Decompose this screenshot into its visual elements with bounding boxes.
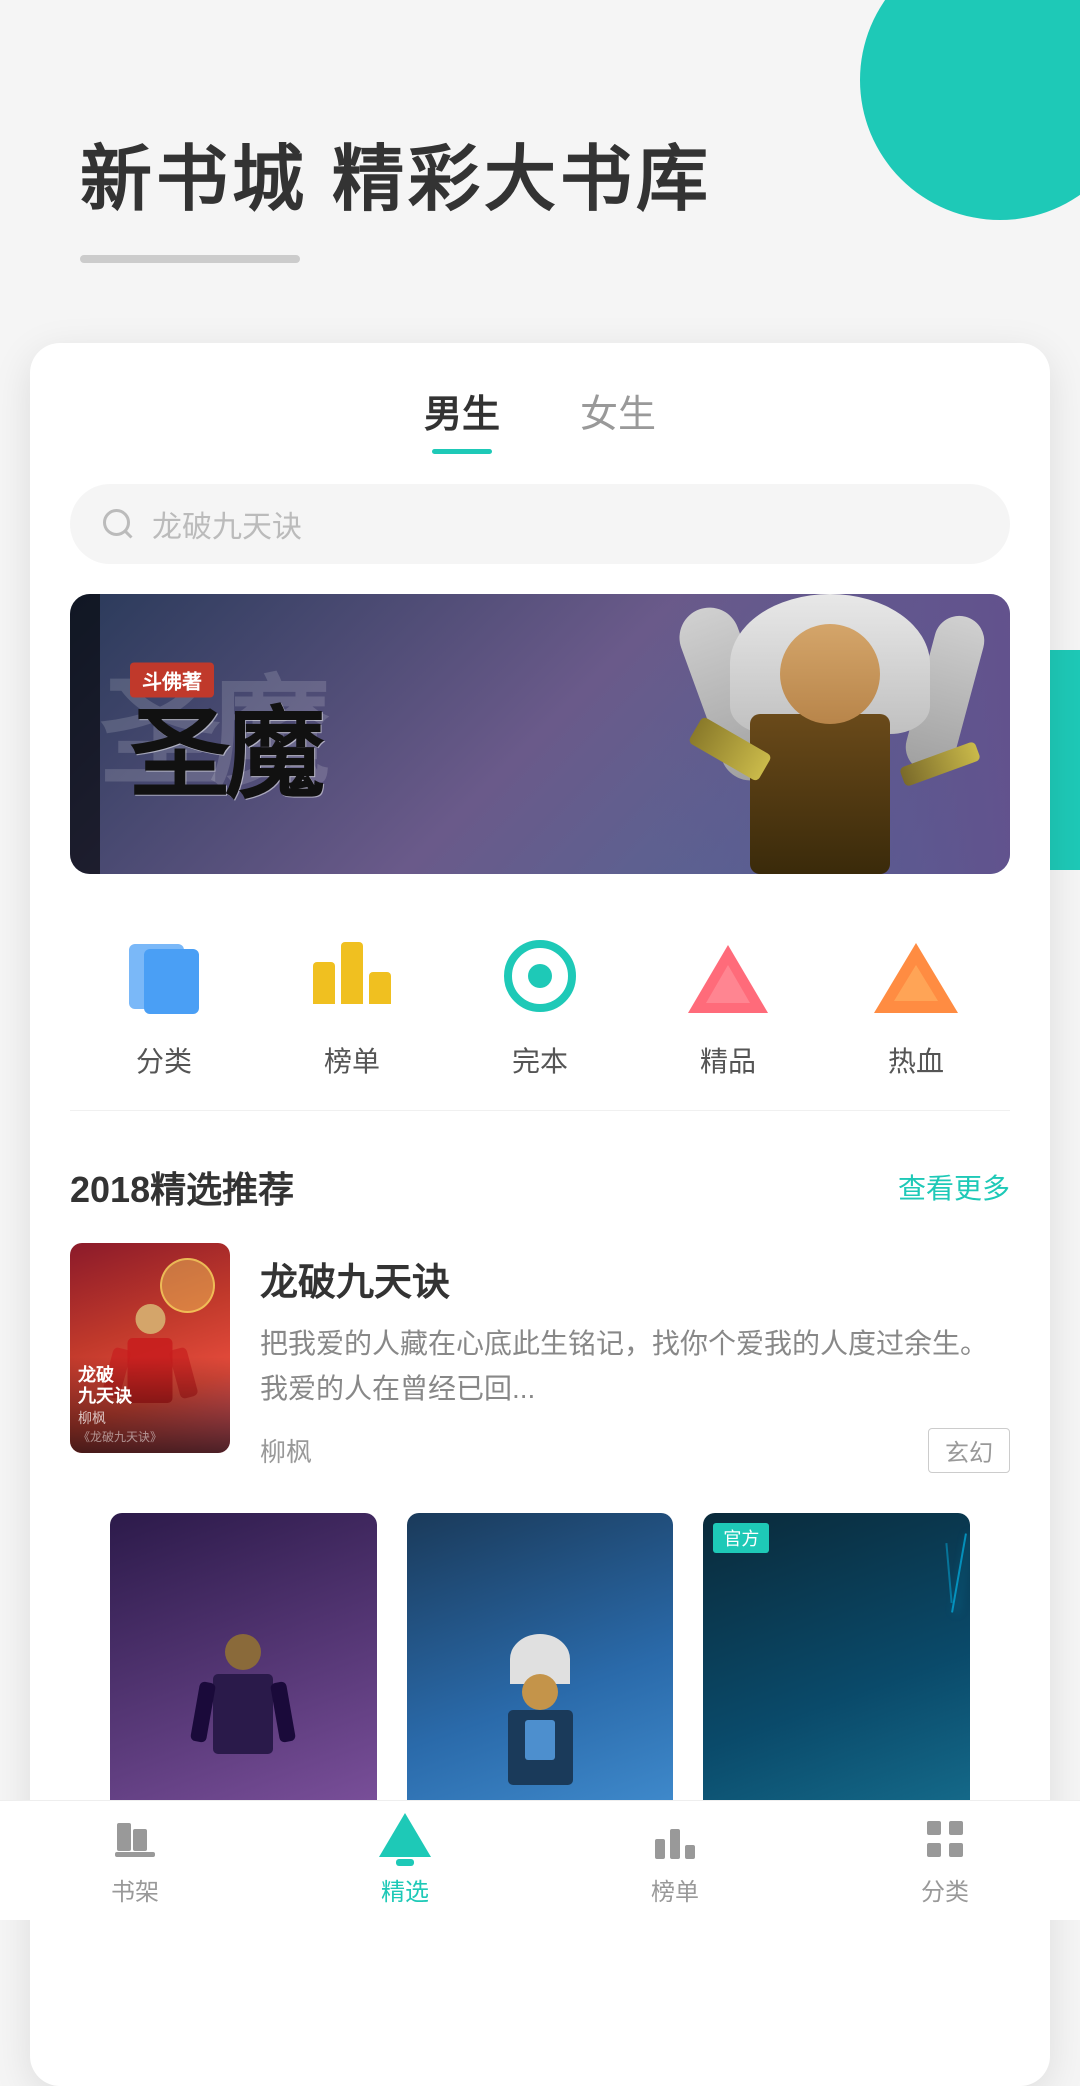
tab-male[interactable]: 男生 bbox=[424, 383, 500, 454]
classify-nav-icon bbox=[920, 1814, 970, 1864]
cover-overlay: 龙破九天诀 柳枫 《龙破九天诀》 bbox=[70, 1357, 230, 1453]
quality-icon bbox=[678, 924, 778, 1024]
category-quality-label: 精品 bbox=[700, 1040, 756, 1080]
book-meta-1: 柳枫 玄幻 bbox=[260, 1428, 1010, 1473]
nav-label-featured: 精选 bbox=[381, 1872, 429, 1907]
rank-icon bbox=[302, 924, 402, 1024]
category-hot-label: 热血 bbox=[888, 1040, 944, 1080]
header-area: 新书城 精彩大书库 bbox=[0, 0, 1080, 323]
header-underline bbox=[80, 255, 300, 263]
see-more-button[interactable]: 查看更多 bbox=[898, 1167, 1010, 1207]
rank-nav-icon bbox=[650, 1814, 700, 1864]
nav-item-bookshelf[interactable]: 书架 bbox=[0, 1814, 270, 1907]
bottom-nav: 书架 精选 榜单 bbox=[0, 1800, 1080, 1920]
hero-figure bbox=[670, 594, 990, 874]
category-classify[interactable]: 分类 bbox=[114, 924, 214, 1080]
bookshelf-icon bbox=[110, 1814, 160, 1864]
banner-hero bbox=[650, 594, 1010, 874]
hot-icon bbox=[866, 924, 966, 1024]
banner-badge: 斗佛著 bbox=[130, 663, 214, 698]
category-quality[interactable]: 精品 bbox=[678, 924, 778, 1080]
nav-item-rank[interactable]: 榜单 bbox=[540, 1814, 810, 1907]
category-complete-label: 完本 bbox=[512, 1040, 568, 1080]
book-cover-1: 龙破九天诀 柳枫 《龙破九天诀》 bbox=[70, 1243, 230, 1453]
section-title: 2018精选推荐 bbox=[70, 1161, 294, 1213]
classify-icon bbox=[114, 924, 214, 1024]
bottom-spacer bbox=[30, 1906, 1050, 2046]
section-header: 2018精选推荐 查看更多 bbox=[70, 1161, 1010, 1213]
category-complete[interactable]: 完本 bbox=[490, 924, 590, 1080]
recommended-section: 2018精选推荐 查看更多 龙破九天诀 柳枫 bbox=[30, 1121, 1050, 1906]
search-placeholder-text: 龙破九天诀 bbox=[152, 502, 302, 546]
category-hot[interactable]: 热血 bbox=[866, 924, 966, 1080]
categories-container: 分类 榜单 完本 bbox=[30, 874, 1050, 1100]
category-rank-label: 榜单 bbox=[324, 1040, 380, 1080]
banner[interactable]: 圣魔 斗佛著 圣魔 bbox=[70, 594, 1010, 874]
nav-item-classify[interactable]: 分类 bbox=[810, 1814, 1080, 1907]
book-tag-1: 玄幻 bbox=[928, 1428, 1010, 1473]
book-list-item[interactable]: 龙破九天诀 柳枫 《龙破九天诀》 龙破九天诀 把我爱的人藏在心底此生铭记，找你个… bbox=[70, 1243, 1010, 1473]
tabs-container: 男生 女生 bbox=[30, 343, 1050, 454]
category-rank[interactable]: 榜单 bbox=[302, 924, 402, 1080]
category-classify-label: 分类 bbox=[136, 1040, 192, 1080]
cover-author-text: 柳枫 bbox=[78, 1408, 222, 1428]
book-author-1: 柳枫 bbox=[260, 1432, 312, 1469]
nav-label-rank: 榜单 bbox=[651, 1872, 699, 1907]
banner-author-badge: 斗佛著 bbox=[130, 663, 214, 698]
featured-icon bbox=[380, 1814, 430, 1864]
section-divider bbox=[70, 1110, 1010, 1111]
book-desc-1: 把我爱的人藏在心底此生铭记，找你个爱我的人度过余生。我爱的人在曾经已回... bbox=[260, 1322, 1010, 1412]
book-info-1: 龙破九天诀 把我爱的人藏在心底此生铭记，找你个爱我的人度过余生。我爱的人在曾经已… bbox=[260, 1243, 1010, 1473]
search-icon bbox=[100, 506, 136, 542]
banner-main-text: 斗佛著 圣魔 bbox=[130, 663, 320, 806]
complete-icon bbox=[490, 924, 590, 1024]
nav-label-bookshelf: 书架 bbox=[111, 1872, 159, 1907]
search-bar[interactable]: 龙破九天诀 bbox=[70, 484, 1010, 564]
nav-label-classify: 分类 bbox=[921, 1872, 969, 1907]
cover-title-text: 龙破九天诀 bbox=[78, 1365, 222, 1408]
tab-female[interactable]: 女生 bbox=[580, 383, 656, 454]
banner-title: 圣魔 bbox=[130, 706, 320, 806]
book-title-1: 龙破九天诀 bbox=[260, 1251, 1010, 1306]
nav-item-featured[interactable]: 精选 bbox=[270, 1814, 540, 1907]
app-title: 新书城 精彩大书库 bbox=[80, 120, 1000, 225]
